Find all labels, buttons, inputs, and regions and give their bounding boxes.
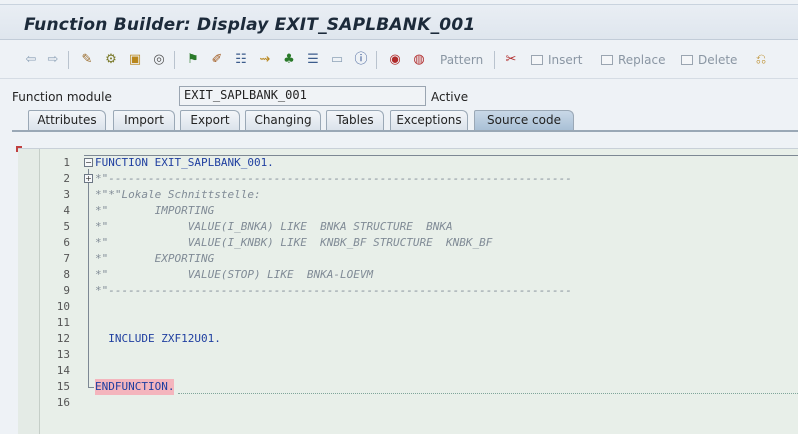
breakpoint-icon[interactable]: ◉ [386,51,404,69]
code-text[interactable]: *"*"Lokale Schnittstelle: [95,187,261,203]
line-number: 7 [63,252,70,265]
tab-export[interactable]: Export [180,110,240,130]
tab-tables[interactable]: Tables [326,110,384,130]
code-text[interactable]: *" VALUE(STOP) LIKE BNKA-LOEVM [95,267,373,283]
navigation-icon[interactable]: ⇝ [256,51,274,69]
code-text[interactable]: *" VALUE(I_BNKA) LIKE BNKA STRUCTURE BNK… [95,219,453,235]
activate-icon[interactable]: ◎ [150,51,168,69]
code-text[interactable]: INCLUDE ZXF12U01. [95,331,221,347]
code-line[interactable]: 3 *"*"Lokale Schnittstelle: [18,187,798,203]
line-number: 13 [56,348,70,361]
line-number: 8 [63,268,70,281]
title-bar: Function Builder: Display EXIT_SAPLBANK_… [0,4,798,40]
line-number: 9 [63,284,70,297]
function-module-label: Function module [12,90,112,104]
code-line[interactable]: 5 *" VALUE(I_BNKA) LIKE BNKA STRUCTURE B… [18,219,798,235]
line-number: 15 [56,380,70,393]
display-change-icon[interactable]: ✎ [78,51,96,69]
code-line[interactable]: 14 [18,363,798,379]
hierarchy-icon[interactable]: ♣ [280,51,298,69]
line-number: 4 [63,204,70,217]
function-module-row: Function module EXIT_SAPLBANK_001 Active [0,85,798,107]
insert-button[interactable]: Insert [548,53,582,67]
replace-button[interactable]: Replace [618,53,665,67]
session-breakpoint-icon[interactable]: ◍ [410,51,428,69]
line-number: 5 [63,220,70,233]
status-text: Active [431,90,469,104]
tab-import[interactable]: Import [113,110,175,130]
code-line[interactable]: 9 *"------------------------------------… [18,283,798,299]
toolbar-separator [494,51,495,69]
where-used-icon[interactable]: ✐ [208,51,226,69]
code-line[interactable]: 11 [18,315,798,331]
code-text[interactable]: *"--------------------------------------… [95,283,572,299]
line-number: 2 [63,172,70,185]
code-line[interactable]: 2 *"------------------------------------… [18,171,798,187]
delete-button[interactable]: Delete [698,53,737,67]
code-text[interactable]: *"--------------------------------------… [95,171,572,187]
line-number: 11 [56,316,70,329]
code-line[interactable]: 13 [18,347,798,363]
code-line[interactable]: 16 [18,395,798,411]
code-line[interactable]: 10 [18,299,798,315]
other-object-icon[interactable]: ⚙ [102,51,120,69]
function-module-field[interactable]: EXIT_SAPLBANK_001 [179,86,426,106]
check-icon[interactable]: ▣ [126,51,144,69]
toolbar-separator [68,51,69,69]
toolbar-separator [376,51,377,69]
application-toolbar: ⇦ ⇨ ✎ ⚙ ▣ ◎ ⚑ ✐ ☷ ⇝ ♣ ☰ ▭ ⓘ ◉ ◍ Pattern … [0,41,798,79]
insert-icon[interactable] [528,51,546,69]
page-title: Function Builder: Display EXIT_SAPLBANK_… [24,15,476,35]
code-text[interactable]: ENDFUNCTION. [95,379,175,395]
code-line[interactable]: 1 FUNCTION EXIT_SAPLBANK_001. [18,155,798,171]
tab-source-code[interactable]: Source code [474,110,574,130]
code-text[interactable]: FUNCTION EXIT_SAPLBANK_001. [95,155,274,171]
pretty-printer-icon[interactable]: ☰ [304,51,322,69]
line-number: 14 [56,364,70,377]
object-list-icon[interactable]: ☷ [232,51,250,69]
delete-icon[interactable] [678,51,696,69]
forward-arrow-icon[interactable]: ⇨ [44,51,62,69]
tab-exceptions[interactable]: Exceptions [390,110,468,130]
replace-icon[interactable] [598,51,616,69]
cut-icon[interactable]: ✂ [502,51,520,69]
test-icon[interactable]: ⚑ [184,51,202,69]
back-arrow-icon[interactable]: ⇦ [22,51,40,69]
pattern-button[interactable]: Pattern [440,53,483,67]
tab-attributes[interactable]: Attributes [28,110,106,130]
undo-icon[interactable]: ⎌ [752,51,770,69]
tab-strip: Attributes Import Export Changing Tables… [0,110,798,130]
code-line[interactable]: 4 *" IMPORTING [18,203,798,219]
code-text[interactable]: *" EXPORTING [95,251,214,267]
info-icon[interactable]: ⓘ [352,51,370,69]
source-code-editor[interactable]: − + 1 FUNCTION EXIT_SAPLBANK_001. 2 *"--… [18,148,798,434]
code-text[interactable]: *" VALUE(I_KNBK) LIKE KNBK_BF STRUCTURE … [95,235,492,251]
line-number: 1 [63,156,70,169]
code-line[interactable]: 8 *" VALUE(STOP) LIKE BNKA-LOEVM [18,267,798,283]
code-line[interactable]: 7 *" EXPORTING [18,251,798,267]
line-number: 10 [56,300,70,313]
line-number: 16 [56,396,70,409]
line-number: 12 [56,332,70,345]
code-text[interactable]: *" IMPORTING [95,203,214,219]
line-number: 3 [63,188,70,201]
block-end-dotted-line [178,393,798,394]
tab-underline [12,130,798,132]
code-line[interactable]: 6 *" VALUE(I_KNBK) LIKE KNBK_BF STRUCTUR… [18,235,798,251]
line-number: 6 [63,236,70,249]
frame-icon[interactable]: ▭ [328,51,346,69]
tab-changing[interactable]: Changing [245,110,321,130]
code-line[interactable]: 12 INCLUDE ZXF12U01. [18,331,798,347]
toolbar-separator [174,51,175,69]
